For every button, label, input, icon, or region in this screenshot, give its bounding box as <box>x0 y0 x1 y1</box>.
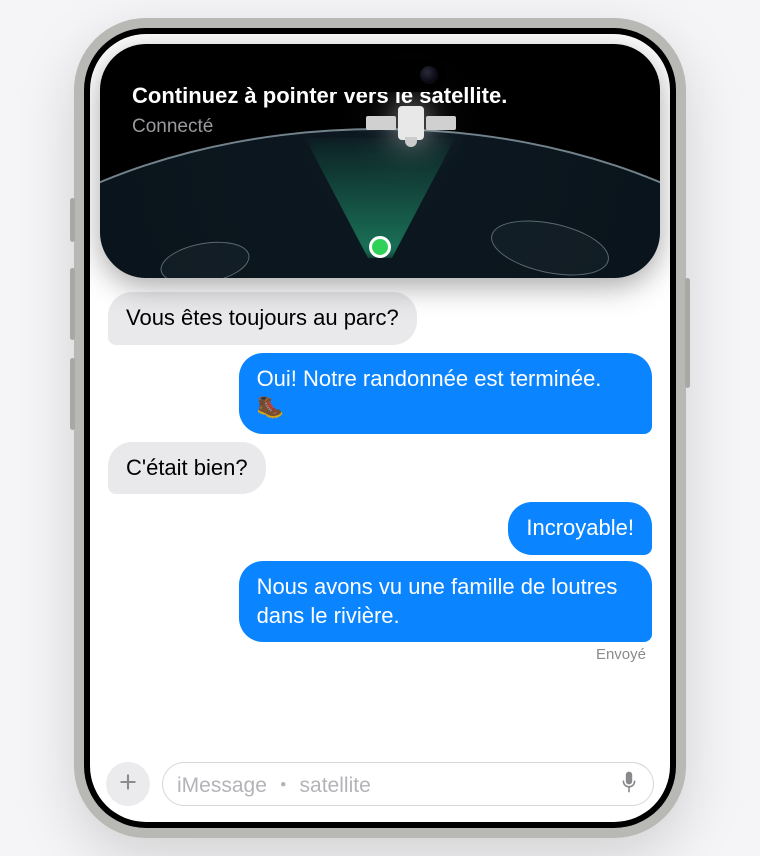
side-button-power <box>685 278 690 388</box>
side-button-volume-up <box>70 268 75 340</box>
satellite-status: Connecté <box>132 116 507 138</box>
dynamic-island-pill <box>314 58 446 92</box>
side-button-volume-down <box>70 358 75 430</box>
message-bubble-received[interactable]: C'était bien? <box>108 442 266 495</box>
composer-bar: iMessage ・ satellite <box>106 760 654 808</box>
message-bubble-sent[interactable]: Nous avons vu une famille de loutres dan… <box>239 561 652 642</box>
message-placeholder: iMessage ・ satellite <box>177 769 371 799</box>
message-bubble-received[interactable]: Vous êtes toujours au parc? <box>108 292 417 345</box>
satellite-connection-overlay[interactable]: Continuez à pointer vers le satellite. C… <box>100 44 660 278</box>
add-attachment-button[interactable] <box>106 762 150 806</box>
delivery-status: Envoyé <box>596 646 652 663</box>
message-bubble-sent[interactable]: Incroyable! <box>508 502 652 555</box>
side-button-silence <box>70 198 75 242</box>
message-bubble-sent[interactable]: Oui! Notre randonnée est terminée. 🥾 <box>239 353 652 434</box>
message-input[interactable]: iMessage ・ satellite <box>162 762 654 806</box>
dictation-button[interactable] <box>619 770 639 799</box>
front-camera <box>420 66 438 84</box>
phone-frame: Continuez à pointer vers le satellite. C… <box>74 18 686 838</box>
screen: Continuez à pointer vers le satellite. C… <box>90 34 670 822</box>
plus-icon <box>118 772 138 797</box>
phone-bezel: Continuez à pointer vers le satellite. C… <box>84 28 676 828</box>
